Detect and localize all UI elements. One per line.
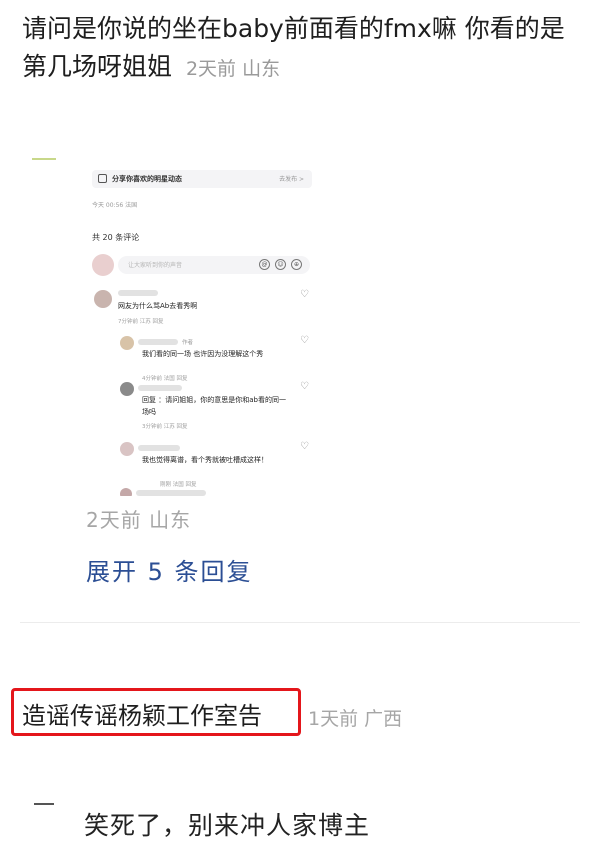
avatar-edge	[34, 803, 54, 805]
comment-text: 请问是你说的坐在baby前面看的fmx嘛 你看的是第几场呀姐姐 2天前 山东	[22, 10, 572, 88]
mention-icon[interactable]: @	[259, 259, 270, 270]
comment-text: 笑死了，别来冲人家博主	[84, 811, 371, 840]
list-item-meta: 3分钟前 江苏 回复	[142, 424, 188, 430]
embedded-screenshot[interactable]: 分享你喜欢的明星动态 去发布 > 今天 00:56 法国 共 20 条评论 让大…	[86, 160, 322, 496]
comment-input[interactable]: 让大家听到你的声音 @ ☺ ⊕	[118, 256, 310, 274]
author-tag: 作者	[182, 340, 194, 346]
add-icon[interactable]: ⊕	[291, 259, 302, 270]
avatar	[120, 382, 134, 396]
avatar	[94, 290, 112, 308]
share-bar[interactable]: 分享你喜欢的明星动态 去发布 >	[92, 170, 312, 188]
blurred-username	[138, 385, 182, 391]
list-item-meta: 7分钟前 江苏 回复	[118, 319, 164, 325]
list-item-text: 回复 ：请问姐姐，你的意思是你和ab看的同一场吗	[142, 396, 286, 416]
blurred-username	[118, 290, 158, 296]
avatar	[120, 336, 134, 350]
like-icon[interactable]: ♡	[300, 290, 310, 300]
comment-input-placeholder: 让大家听到你的声音	[128, 262, 183, 269]
reply-meta: 2天前 山东	[86, 508, 192, 532]
list-item-text: 我们看的同一场 也许因为没理解这个秀	[142, 350, 264, 358]
avatar	[120, 488, 132, 496]
list-item-meta: 4分钟前 法国 回复	[142, 376, 188, 382]
avatar	[120, 442, 134, 456]
comment-meta: 1天前 广西	[308, 708, 403, 730]
share-prompt: 分享你喜欢的明星动态	[112, 175, 182, 183]
edit-icon	[98, 174, 107, 183]
emoji-icon[interactable]: ☺	[275, 259, 286, 270]
blurred-username	[138, 445, 180, 451]
avatar	[92, 254, 114, 276]
username[interactable]: 造谣传谣杨颖工作室告	[22, 696, 262, 731]
like-icon[interactable]: ♡	[300, 336, 310, 346]
list-item-text: 网友为什么骂Ab去看秀啊	[118, 302, 198, 310]
blurred-username	[138, 339, 178, 345]
comment-count: 共 20 条评论	[92, 233, 140, 242]
comment-body: 请问是你说的坐在baby前面看的fmx嘛 你看的是第几场呀姐姐	[22, 14, 565, 81]
share-action[interactable]: 去发布 >	[279, 174, 304, 183]
list-item-meta: 刚刚 法国 回复	[160, 482, 197, 488]
list-item-text: 我也觉得离谱，看个秀就被吐槽成这样！	[142, 456, 268, 464]
avatar-edge	[32, 158, 56, 160]
divider	[20, 622, 580, 623]
blurred-username	[136, 490, 206, 496]
like-icon[interactable]: ♡	[300, 382, 310, 392]
comment-meta: 2天前 山东	[185, 58, 281, 80]
post-time: 今天 00:56 法国	[92, 202, 138, 209]
expand-replies-button[interactable]: 展开 5 条回复	[86, 552, 253, 587]
like-icon[interactable]: ♡	[300, 442, 310, 452]
